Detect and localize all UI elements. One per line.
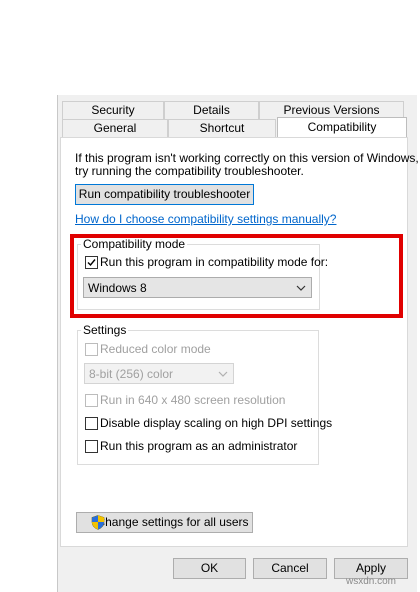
run-640-checkbox[interactable] xyxy=(85,394,98,407)
tab-details[interactable]: Details xyxy=(164,101,259,119)
checkmark-icon xyxy=(87,259,96,267)
help-link[interactable]: How do I choose compatibility settings m… xyxy=(75,212,336,226)
intro-line-1: If this program isn't working correctly … xyxy=(75,151,419,165)
uac-shield-icon xyxy=(91,515,105,530)
disable-dpi-checkbox[interactable] xyxy=(85,417,98,430)
cancel-button[interactable]: Cancel xyxy=(253,558,327,579)
chevron-down-icon xyxy=(218,371,228,377)
settings-legend: Settings xyxy=(81,323,129,337)
tab-general[interactable]: General xyxy=(62,119,168,137)
change-settings-all-users-button[interactable]: Change settings for all users xyxy=(76,512,253,533)
color-depth-select[interactable]: 8-bit (256) color xyxy=(84,363,234,384)
compat-mode-checkbox-label[interactable]: Run this program in compatibility mode f… xyxy=(100,255,328,269)
compat-mode-checkbox[interactable] xyxy=(85,256,98,269)
color-depth-value: 8-bit (256) color xyxy=(89,367,174,381)
reduced-color-checkbox[interactable] xyxy=(85,343,98,356)
compatibility-mode-legend: Compatibility mode xyxy=(81,237,188,251)
run-troubleshooter-button[interactable]: Run compatibility troubleshooter xyxy=(75,184,254,205)
tab-compatibility[interactable]: Compatibility xyxy=(277,117,407,137)
os-version-value: Windows 8 xyxy=(88,281,147,295)
run-640-label[interactable]: Run in 640 x 480 screen resolution xyxy=(100,393,285,407)
ok-button[interactable]: OK xyxy=(173,558,246,579)
run-admin-checkbox[interactable] xyxy=(85,440,98,453)
chevron-down-icon xyxy=(296,285,306,291)
run-admin-label[interactable]: Run this program as an administrator xyxy=(100,439,297,453)
os-version-select[interactable]: Windows 8 xyxy=(83,277,312,298)
tab-shortcut[interactable]: Shortcut xyxy=(168,119,276,137)
reduced-color-label[interactable]: Reduced color mode xyxy=(100,342,211,356)
change-settings-label: Change settings for all users xyxy=(96,515,249,529)
watermark: wsxdn.com xyxy=(346,576,397,587)
tab-security[interactable]: Security xyxy=(62,101,164,119)
disable-dpi-label[interactable]: Disable display scaling on high DPI sett… xyxy=(100,416,332,430)
intro-line-2: try running the compatibility troublesho… xyxy=(75,164,304,178)
